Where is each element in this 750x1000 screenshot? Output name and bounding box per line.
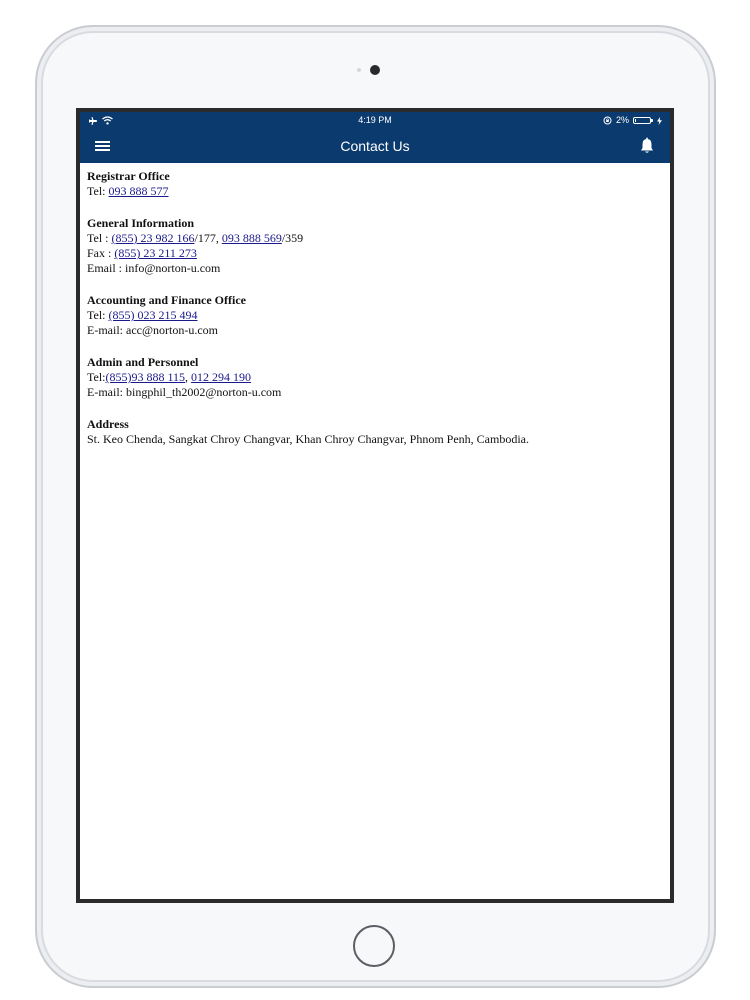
email-line: E-mail: acc@norton-u.com bbox=[87, 323, 219, 338]
section-title: Admin and Personnel bbox=[87, 354, 199, 369]
registrar-section: Registrar Office Tel: 093 888 577 bbox=[87, 169, 657, 200]
tel-line: Tel : (855) 23 982 166/177, 093 888 569/… bbox=[87, 231, 657, 246]
nav-bar: Contact Us bbox=[80, 129, 670, 163]
home-button[interactable] bbox=[353, 925, 395, 967]
general-phone-link-1[interactable]: (855) 23 982 166 bbox=[112, 231, 195, 245]
contact-content: Registrar Office Tel: 093 888 577 Genera… bbox=[87, 163, 657, 463]
fax-label: Fax : bbox=[87, 246, 115, 261]
address-section: Address St. Keo Chenda, Sangkat Chroy Ch… bbox=[87, 417, 657, 448]
email-line: E-mail: bingphil_th2002@norton-u.com bbox=[87, 385, 282, 400]
tel-label: Tel: bbox=[87, 369, 106, 384]
tel-label: Tel: bbox=[87, 184, 109, 199]
section-title: General Information bbox=[87, 215, 194, 230]
tel-label: Tel: bbox=[87, 308, 109, 323]
registrar-phone-link[interactable]: 093 888 577 bbox=[109, 184, 169, 198]
notifications-button[interactable] bbox=[636, 135, 658, 157]
status-time: 4:19 PM bbox=[358, 115, 392, 125]
battery-icon bbox=[633, 117, 653, 124]
fax-line: Fax : (855) 23 211 273 bbox=[87, 246, 657, 261]
general-phone-link-2[interactable]: 093 888 569 bbox=[222, 231, 282, 245]
screen-bezel: 4:19 PM 2% Contact Us Registrar Office T… bbox=[76, 108, 674, 903]
general-fax-link[interactable]: (855) 23 211 273 bbox=[114, 246, 197, 260]
admin-phone-link-1[interactable]: (855)93 888 115 bbox=[106, 370, 186, 384]
address-text: St. Keo Chenda, Sangkat Chroy Changvar, … bbox=[87, 431, 529, 446]
app-screen: 4:19 PM 2% Contact Us Registrar Office T… bbox=[80, 112, 670, 899]
front-sensor bbox=[357, 68, 361, 72]
tel-label: Tel : bbox=[87, 230, 112, 245]
tel-line: Tel:(855)93 888 115, 012 294 190 bbox=[87, 370, 657, 385]
general-section: General Information Tel : (855) 23 982 1… bbox=[87, 216, 657, 277]
email-line: Email : info@norton-u.com bbox=[87, 261, 221, 276]
section-title: Accounting and Finance Office bbox=[87, 292, 246, 307]
admin-phone-link-2[interactable]: 012 294 190 bbox=[191, 370, 251, 384]
front-camera bbox=[370, 65, 380, 75]
tel-extension: /359 bbox=[281, 230, 304, 245]
admin-section: Admin and Personnel Tel:(855)93 888 115,… bbox=[87, 355, 657, 401]
rotation-lock-icon bbox=[603, 116, 612, 125]
battery-percent: 2% bbox=[615, 115, 629, 125]
status-bar: 4:19 PM 2% bbox=[80, 112, 670, 129]
device-frame: 4:19 PM 2% Contact Us Registrar Office T… bbox=[0, 0, 750, 1000]
section-title: Address bbox=[87, 416, 129, 431]
section-title: Registrar Office bbox=[87, 169, 170, 183]
accounting-section: Accounting and Finance Office Tel: (855)… bbox=[87, 293, 657, 339]
tel-extension: /177, bbox=[194, 230, 222, 245]
tel-line: Tel: (855) 023 215 494 bbox=[87, 308, 657, 323]
charging-icon bbox=[657, 116, 662, 125]
page-title: Contact Us bbox=[340, 138, 410, 154]
battery-fill bbox=[635, 119, 636, 122]
tel-line: Tel: 093 888 577 bbox=[87, 184, 657, 199]
bell-icon bbox=[641, 137, 653, 153]
accounting-phone-link[interactable]: (855) 023 215 494 bbox=[109, 308, 198, 322]
status-right: 2% bbox=[603, 112, 662, 129]
